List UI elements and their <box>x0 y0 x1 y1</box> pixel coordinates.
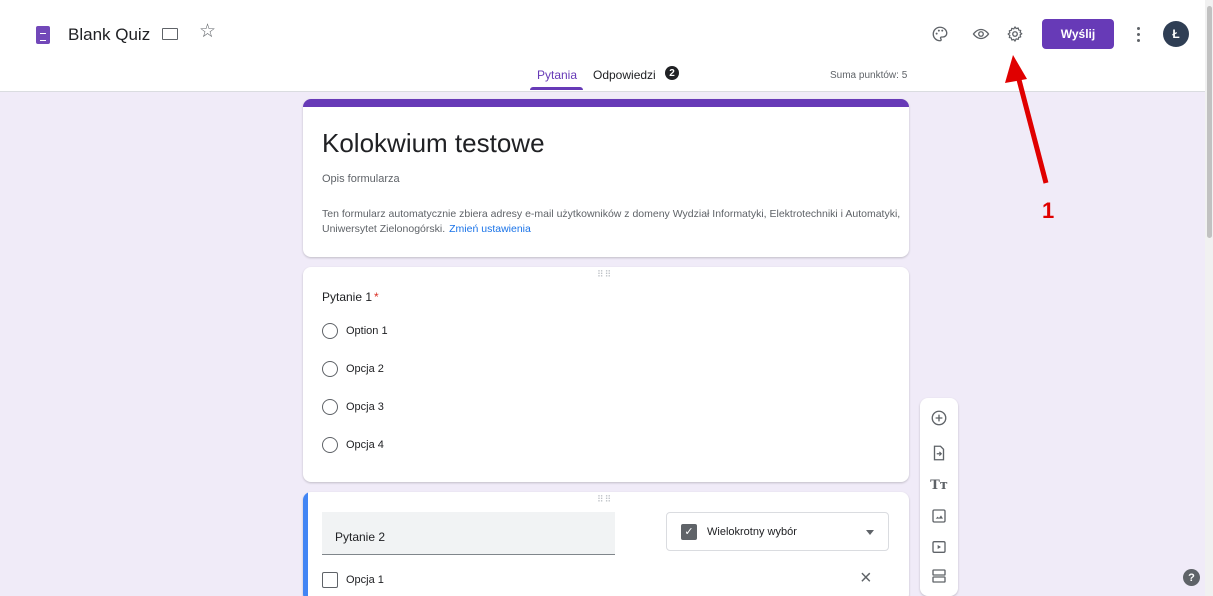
question-type-label: Wielokrotny wybór <box>707 525 797 538</box>
question-card-2[interactable]: ⠿⠿ Pytanie 2 ✓ Wielokrotny wybór Opcja 1… <box>303 492 909 596</box>
help-icon[interactable]: ? <box>1183 569 1200 586</box>
email-collection-notice: Ten formularz automatycznie zbiera adres… <box>322 207 902 237</box>
radio-icon <box>322 437 338 453</box>
option-item[interactable]: Opcja 3 <box>322 399 384 415</box>
option-item[interactable]: Opcja 2 <box>322 361 384 377</box>
email-notice-text: Ten formularz automatycznie zbiera adres… <box>322 208 901 235</box>
checkbox-icon <box>322 572 338 588</box>
remove-option-close-icon[interactable]: × <box>860 568 872 588</box>
option-item[interactable]: Opcja 1 <box>322 572 384 588</box>
add-image-icon[interactable] <box>929 506 949 526</box>
send-button[interactable]: Wyślij <box>1042 19 1114 49</box>
preview-eye-icon[interactable] <box>969 22 993 46</box>
form-header-card[interactable]: Kolokwium testowe Opis formularza Ten fo… <box>303 99 909 257</box>
star-icon[interactable]: ☆ <box>199 22 216 41</box>
change-settings-link[interactable]: Zmień ustawienia <box>449 223 531 235</box>
header-accent-bar <box>303 99 909 107</box>
radio-icon <box>322 361 338 377</box>
responses-count-badge: 2 <box>665 66 679 80</box>
more-vert-icon[interactable] <box>1130 22 1146 46</box>
question-type-select[interactable]: ✓ Wielokrotny wybór <box>666 512 889 551</box>
active-question-indicator <box>303 492 308 596</box>
add-video-icon[interactable] <box>929 537 949 557</box>
folder-icon[interactable] <box>162 28 178 40</box>
radio-icon <box>322 323 338 339</box>
side-toolbar: Tт <box>920 398 958 596</box>
annotation-arrow <box>1005 55 1049 184</box>
form-file-title[interactable]: Blank Quiz <box>68 25 150 45</box>
question-card-1[interactable]: ⠿⠿ Pytanie 1 * Option 1 Opcja 2 Opcja 3 O… <box>303 267 909 482</box>
add-question-icon[interactable] <box>929 408 949 428</box>
drag-handle-icon[interactable]: ⠿⠿ <box>597 270 612 279</box>
annotation-label: 1 <box>1042 198 1055 223</box>
add-title-icon[interactable]: Tт <box>929 475 949 495</box>
palette-icon[interactable] <box>928 22 952 46</box>
tab-questions[interactable]: Pytania <box>537 68 577 82</box>
dropdown-arrow-icon <box>866 530 874 535</box>
settings-gear-icon[interactable] <box>1003 22 1027 46</box>
points-total: Suma punktów: 5 <box>830 70 908 81</box>
add-section-icon[interactable] <box>929 566 949 586</box>
required-mark: * <box>374 290 379 304</box>
option-item[interactable]: Option 1 <box>322 323 388 339</box>
question-title-input[interactable]: Pytanie 2 <box>322 512 615 555</box>
drag-handle-icon[interactable]: ⠿⠿ <box>597 495 612 504</box>
form-description[interactable]: Opis formularza <box>322 173 400 185</box>
checkbox-type-icon: ✓ <box>681 523 697 540</box>
option-item[interactable]: Opcja 4 <box>322 437 384 453</box>
avatar[interactable]: Ł <box>1163 21 1189 47</box>
scrollbar-thumb[interactable] <box>1207 6 1212 238</box>
import-questions-icon[interactable] <box>929 443 949 463</box>
active-tab-indicator <box>530 87 583 90</box>
tab-responses[interactable]: Odpowiedzi <box>593 68 656 82</box>
radio-icon <box>322 399 338 415</box>
form-title[interactable]: Kolokwium testowe <box>322 128 545 159</box>
question-title: Pytanie 1 * <box>322 290 379 304</box>
forms-logo-icon[interactable] <box>36 26 50 44</box>
